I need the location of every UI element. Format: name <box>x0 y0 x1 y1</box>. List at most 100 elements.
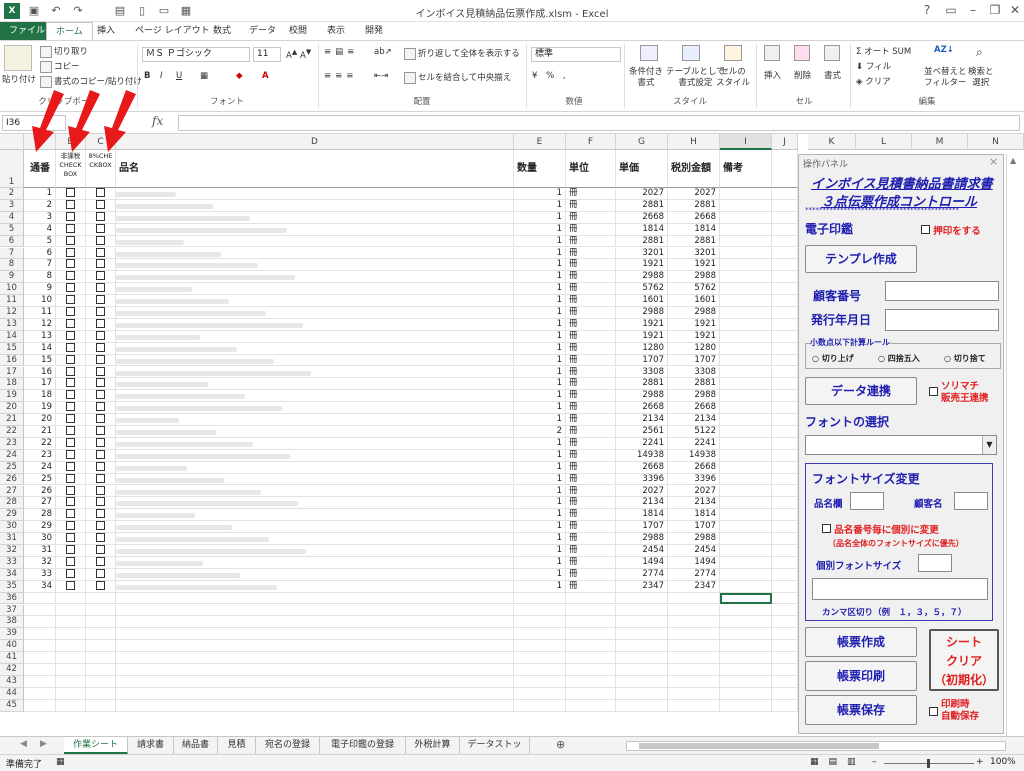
empty-cell[interactable] <box>566 664 616 676</box>
column-header-k[interactable]: K <box>808 134 856 150</box>
per-item-checkbox[interactable]: 品名番号毎に個別に変更 <box>822 522 939 536</box>
price-cell[interactable]: 2241 <box>616 437 668 450</box>
empty-cell[interactable] <box>116 604 514 617</box>
8pct-checkbox-cell[interactable] <box>86 354 116 367</box>
unit-cell[interactable]: 冊 <box>566 271 616 284</box>
empty-cell[interactable] <box>668 628 720 641</box>
cell-j[interactable] <box>772 533 798 545</box>
row-header[interactable]: 2 <box>0 188 24 200</box>
view-mode-icons[interactable]: ▦▤▥ <box>810 757 866 767</box>
price-cell[interactable]: 2027 <box>616 188 668 200</box>
item-name-cell[interactable] <box>116 295 514 307</box>
column-header-g[interactable]: G <box>616 134 668 150</box>
amount-cell[interactable]: 5762 <box>668 283 720 296</box>
row-header[interactable]: 13 <box>0 318 24 331</box>
empty-cell[interactable] <box>616 699 668 712</box>
checkbox-icon[interactable] <box>66 295 75 305</box>
qty-cell[interactable]: 1 <box>514 211 566 224</box>
checkbox-icon[interactable] <box>66 437 75 447</box>
empty-cell[interactable] <box>86 628 116 641</box>
unit-cell[interactable]: 冊 <box>566 402 616 415</box>
checkbox-icon[interactable] <box>96 402 105 412</box>
sheet-tab[interactable]: 電子印鑑の登録 <box>320 737 406 754</box>
nontax-checkbox-cell[interactable] <box>56 235 86 248</box>
8pct-checkbox-cell[interactable] <box>86 259 116 272</box>
column-header-f[interactable]: F <box>566 134 616 150</box>
nontax-checkbox-cell[interactable] <box>56 568 86 581</box>
price-cell[interactable]: 2988 <box>616 533 668 545</box>
cell-j[interactable] <box>772 188 798 200</box>
row-header[interactable]: 41 <box>0 652 24 664</box>
cell-j[interactable] <box>772 318 798 331</box>
empty-cell[interactable] <box>566 640 616 653</box>
orientation-icon[interactable]: ab↗ <box>374 47 392 57</box>
price-cell[interactable]: 2881 <box>616 235 668 248</box>
checkbox-icon[interactable] <box>66 414 75 424</box>
item-name-cell[interactable] <box>116 342 514 355</box>
empty-cell[interactable] <box>616 652 668 664</box>
qty-cell[interactable]: 1 <box>514 437 566 450</box>
empty-cell[interactable] <box>616 592 668 605</box>
row-header[interactable]: 34 <box>0 568 24 581</box>
cell-j[interactable] <box>772 211 798 224</box>
qty-cell[interactable]: 1 <box>514 366 566 379</box>
nontax-checkbox-cell[interactable] <box>56 497 86 510</box>
tab-scroll-left-icon[interactable]: ◀ <box>20 739 27 749</box>
cell-i[interactable] <box>720 568 772 581</box>
nontax-checkbox-cell[interactable] <box>56 473 86 486</box>
unit-cell[interactable]: 冊 <box>566 318 616 331</box>
qty-cell[interactable]: 1 <box>514 271 566 284</box>
unit-cell[interactable]: 冊 <box>566 461 616 474</box>
empty-cell[interactable] <box>566 699 616 712</box>
empty-cell[interactable] <box>514 687 566 700</box>
8pct-checkbox-cell[interactable] <box>86 342 116 355</box>
nontax-checkbox-cell[interactable] <box>56 437 86 450</box>
row-header[interactable]: 43 <box>0 675 24 688</box>
checkbox-icon[interactable] <box>96 580 105 590</box>
empty-cell[interactable] <box>514 652 566 664</box>
amount-cell[interactable]: 2027 <box>668 188 720 200</box>
unit-cell[interactable]: 冊 <box>566 378 616 391</box>
cell-j[interactable] <box>772 271 798 284</box>
cell-j[interactable] <box>772 545 798 557</box>
empty-cell[interactable] <box>668 664 720 676</box>
checkbox-icon[interactable] <box>66 497 75 507</box>
cell-i[interactable] <box>720 485 772 498</box>
price-cell[interactable]: 2881 <box>616 199 668 212</box>
column-header-j[interactable]: J <box>772 134 798 150</box>
cell-j[interactable] <box>772 556 798 569</box>
row-number-cell[interactable]: 33 <box>24 568 56 581</box>
unit-cell[interactable]: 冊 <box>566 342 616 355</box>
customer-name-size-input[interactable] <box>954 492 988 510</box>
unit-cell[interactable]: 冊 <box>566 473 616 486</box>
nontax-checkbox-cell[interactable] <box>56 223 86 236</box>
cell-i[interactable] <box>720 307 772 319</box>
row-header[interactable]: 35 <box>0 580 24 593</box>
cell-j[interactable] <box>772 568 798 581</box>
amount-cell[interactable]: 2027 <box>668 485 720 498</box>
row-number-cell[interactable]: 16 <box>24 366 56 379</box>
nontax-checkbox-cell[interactable] <box>56 342 86 355</box>
zoom-out-icon[interactable]: – <box>872 757 877 767</box>
price-cell[interactable]: 1921 <box>616 330 668 343</box>
empty-cell[interactable] <box>668 652 720 664</box>
indent-icons[interactable]: ⇤⇥ <box>374 71 388 81</box>
cell-j[interactable] <box>772 449 798 462</box>
8pct-checkbox-cell[interactable] <box>86 283 116 296</box>
font-color-icon[interactable]: A <box>262 71 269 81</box>
row-header[interactable]: 24 <box>0 449 24 462</box>
empty-cell[interactable] <box>668 675 720 688</box>
empty-cell[interactable] <box>86 616 116 629</box>
price-cell[interactable]: 1494 <box>616 556 668 569</box>
empty-cell[interactable] <box>56 699 86 712</box>
empty-cell[interactable] <box>116 628 514 641</box>
row-number-cell[interactable]: 19 <box>24 402 56 415</box>
amount-cell[interactable]: 1494 <box>668 556 720 569</box>
checkbox-icon[interactable] <box>96 247 105 257</box>
unit-cell[interactable]: 冊 <box>566 283 616 296</box>
price-cell[interactable]: 2134 <box>616 497 668 510</box>
unit-cell[interactable]: 冊 <box>566 247 616 260</box>
checkbox-icon[interactable] <box>96 235 105 245</box>
8pct-checkbox-cell[interactable] <box>86 414 116 426</box>
price-cell[interactable]: 2988 <box>616 271 668 284</box>
